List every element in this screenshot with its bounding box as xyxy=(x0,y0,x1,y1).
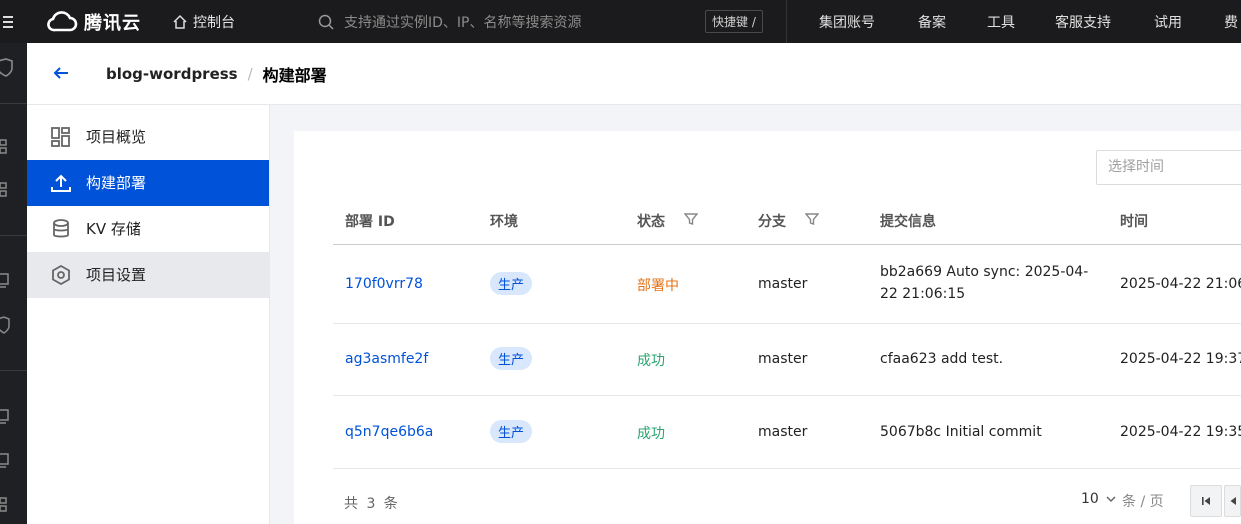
sidebar-item-deploy[interactable]: 构建部署 xyxy=(27,160,269,206)
back-arrow-icon[interactable] xyxy=(51,63,71,83)
sidebar-item-label: 项目概览 xyxy=(86,128,147,146)
sidebar-item-label: 构建部署 xyxy=(86,174,147,192)
total-count: 共 3 条 xyxy=(344,496,400,512)
nav-tools[interactable]: 工具 xyxy=(987,0,1015,43)
search-input[interactable]: 支持通过实例ID、IP、名称等搜索资源 xyxy=(318,0,581,43)
column-header-branch: 分支 xyxy=(758,199,820,245)
filter-icon[interactable] xyxy=(804,199,820,245)
column-header-env: 环境 xyxy=(490,214,518,230)
sidebar-item-settings[interactable]: 项目设置 xyxy=(27,252,269,298)
branch-cell: master xyxy=(758,276,808,292)
time-cell: 2025-04-22 21:06:3 xyxy=(1120,276,1241,292)
column-header-label: 状态 xyxy=(637,214,665,230)
shortcut-hint[interactable]: 快捷键 / xyxy=(705,0,763,43)
commit-cell: cfaa623 add test. xyxy=(880,351,1004,367)
column-header-time: 时间 xyxy=(1120,214,1148,230)
column-header-status: 状态 xyxy=(637,199,699,245)
commit-cell: bb2a669 Auto sync: 2025-04-22 21:06:15 xyxy=(880,264,1089,302)
product-rail xyxy=(0,43,27,524)
monitor-icon[interactable] xyxy=(0,407,14,427)
menu-icon[interactable] xyxy=(0,0,18,43)
brand-name: 腾讯云 xyxy=(84,12,141,34)
monitor-icon[interactable] xyxy=(0,271,14,291)
branch-cell: master xyxy=(758,424,808,440)
sidebar-item-kv[interactable]: KV 存储 xyxy=(27,206,269,252)
breadcrumb: blog-wordpress / 构建部署 xyxy=(106,43,327,105)
first-page-button[interactable] xyxy=(1190,485,1222,517)
env-cell: 生产 xyxy=(490,420,533,443)
time-cell: 2025-04-22 19:37:2 xyxy=(1120,351,1241,367)
status-badge: 成功 xyxy=(637,426,665,442)
commit-cell: 5067b8c Initial commit xyxy=(880,424,1042,440)
rail-divider xyxy=(0,370,27,371)
chevron-down-icon xyxy=(1106,496,1116,503)
sidebar-item-overview[interactable]: 项目概览 xyxy=(27,114,269,160)
sidebar-item-label: KV 存储 xyxy=(86,220,141,238)
deploy-id-link[interactable]: ag3asmfe2f xyxy=(345,351,428,367)
time-picker[interactable]: 选择时间 xyxy=(1096,150,1241,185)
home-icon xyxy=(173,14,187,29)
env-cell: 生产 xyxy=(490,347,533,370)
prev-page-icon xyxy=(1230,497,1236,505)
status-badge: 成功 xyxy=(637,353,665,369)
grid-icon[interactable] xyxy=(0,180,14,200)
settings-icon xyxy=(51,264,71,286)
console-link[interactable]: 控制台 xyxy=(172,0,235,43)
monitor-icon[interactable] xyxy=(0,451,14,471)
console-label: 控制台 xyxy=(193,14,235,31)
breadcrumb-separator: / xyxy=(247,65,253,83)
page-size-value: 10 xyxy=(1081,491,1099,507)
logo[interactable]: 腾讯云 xyxy=(46,0,141,43)
status-badge: 部署中 xyxy=(637,278,679,294)
breadcrumb-project[interactable]: blog-wordpress xyxy=(106,65,238,83)
top-bar: 腾讯云 控制台 支持通过实例ID、IP、名称等搜索资源 快捷键 / 集团账号 备… xyxy=(0,0,1241,43)
per-page-label: 条 / 页 xyxy=(1122,494,1164,510)
time-cell: 2025-04-22 19:35:2 xyxy=(1120,424,1241,440)
grid-icon[interactable] xyxy=(0,137,14,157)
page-title: 构建部署 xyxy=(262,66,327,85)
nav-support[interactable]: 客服支持 xyxy=(1055,0,1111,43)
row-divider xyxy=(333,323,1241,324)
search-placeholder: 支持通过实例ID、IP、名称等搜索资源 xyxy=(344,14,582,31)
deploy-id-link[interactable]: q5n7qe6b6a xyxy=(345,424,433,440)
overview-icon xyxy=(51,127,71,147)
nav-billing[interactable]: 费 xyxy=(1224,0,1238,43)
env-tag: 生产 xyxy=(490,347,533,370)
rail-divider xyxy=(0,235,27,236)
column-header-label: 分支 xyxy=(758,214,786,230)
top-divider xyxy=(786,0,787,43)
grid-icon[interactable] xyxy=(0,495,14,515)
shield-icon[interactable] xyxy=(0,316,14,336)
deployments-card: 选择时间 部署 ID 环境 状态 分支 提交信息 时间 170f0vrr78 生… xyxy=(294,131,1241,524)
filter-icon[interactable] xyxy=(683,199,699,245)
upload-icon xyxy=(51,173,71,193)
env-tag: 生产 xyxy=(490,420,533,443)
table-header-divider xyxy=(333,244,1241,245)
page-header: blog-wordpress / 构建部署 xyxy=(27,43,1241,105)
shortcut-label: 快捷键 / xyxy=(705,10,763,33)
rail-divider xyxy=(0,103,27,104)
nav-filing[interactable]: 备案 xyxy=(918,0,946,43)
branch-cell: master xyxy=(758,351,808,367)
page-size-select[interactable]: 10 xyxy=(1081,491,1117,507)
row-divider xyxy=(333,468,1241,469)
prev-page-button[interactable] xyxy=(1224,485,1241,517)
column-header-commit: 提交信息 xyxy=(880,214,936,230)
shield-icon[interactable] xyxy=(0,58,14,78)
env-tag: 生产 xyxy=(490,272,533,295)
sidebar-item-label: 项目设置 xyxy=(86,266,147,284)
nav-trial[interactable]: 试用 xyxy=(1154,0,1182,43)
column-header-id: 部署 ID xyxy=(345,214,395,230)
env-cell: 生产 xyxy=(490,272,533,295)
deploy-id-link[interactable]: 170f0vrr78 xyxy=(345,276,423,292)
search-icon xyxy=(318,14,334,30)
database-icon xyxy=(51,219,71,239)
project-sidebar: 项目概览 构建部署 KV 存储 项目设置 xyxy=(27,105,270,524)
first-page-icon xyxy=(1202,497,1210,505)
row-divider xyxy=(333,395,1241,396)
cloud-logo-icon xyxy=(47,10,78,31)
nav-group-account[interactable]: 集团账号 xyxy=(819,0,875,43)
